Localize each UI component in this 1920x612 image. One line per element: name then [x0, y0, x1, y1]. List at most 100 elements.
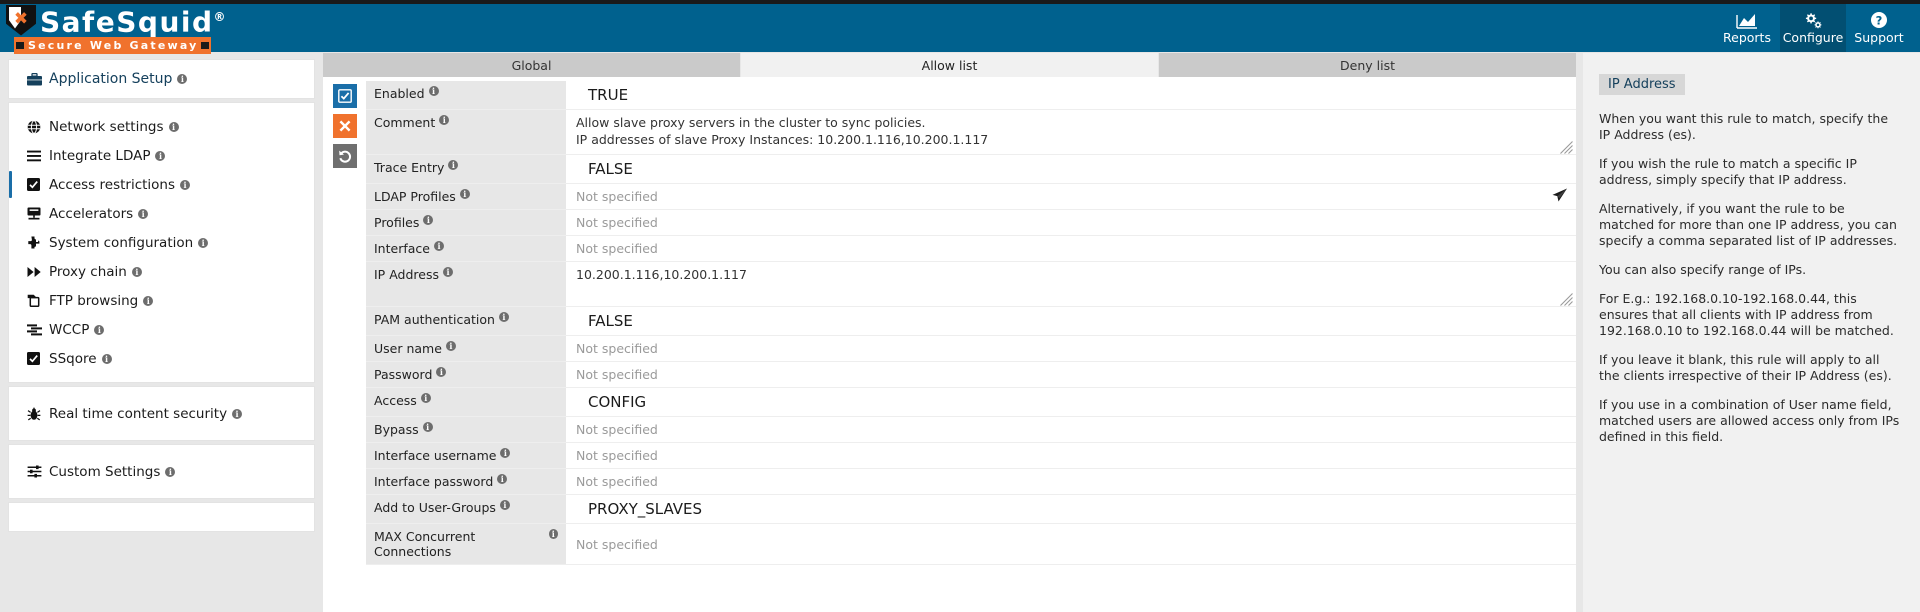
field-label-pam-authentication: PAM authentication i — [366, 307, 566, 335]
info-icon[interactable]: i — [101, 353, 112, 364]
field-label-text: Interface password — [374, 474, 494, 489]
sidebar: Application Setup i Network settings i I… — [9, 60, 314, 536]
sidebar-item-wccp-label: WCCP — [49, 321, 90, 338]
info-icon[interactable]: i — [499, 500, 510, 510]
field-value-pam-authentication[interactable]: FALSE — [566, 307, 1576, 335]
info-icon[interactable]: i — [155, 150, 166, 161]
tab-global[interactable]: Global — [323, 53, 740, 77]
tab-deny-list[interactable]: Deny list — [1158, 53, 1576, 77]
main-panel: Global Allow list Deny list Enabled i TR… — [323, 53, 1576, 612]
field-value-interface-password[interactable]: Not specified — [566, 469, 1576, 494]
field-label-interface-password: Interface password i — [366, 469, 566, 494]
field-row-access: Access i CONFIG — [366, 388, 1576, 417]
info-icon[interactable]: i — [138, 208, 149, 219]
info-icon[interactable]: i — [423, 215, 434, 225]
apply-button[interactable] — [333, 84, 357, 108]
info-icon[interactable]: i — [500, 448, 511, 458]
field-label-text: Profiles — [374, 215, 420, 230]
field-value-ldap-profiles[interactable]: Not specified — [566, 184, 1576, 209]
field-value-comment[interactable]: Allow slave proxy servers in the cluster… — [566, 110, 1576, 154]
nav-item-support-label: Support — [1854, 30, 1904, 45]
sidebar-item-ftp-browsing-label: FTP browsing — [49, 292, 139, 309]
field-row-ip-address: IP Address i 10.200.1.116,10.200.1.117 — [366, 262, 1576, 307]
row-action-buttons — [333, 84, 357, 174]
field-label-ldap-profiles: LDAP Profiles i — [366, 184, 566, 209]
sidebar-item-proxy-chain[interactable]: Proxy chain i — [9, 257, 314, 286]
field-value-password[interactable]: Not specified — [566, 362, 1576, 387]
field-label-comment: Comment i — [366, 110, 566, 154]
info-icon[interactable]: i — [436, 367, 447, 377]
field-value-add-to-user-groups[interactable]: PROXY_SLAVES — [566, 495, 1576, 523]
help-paragraph-6: If you leave it blank, this rule will ap… — [1599, 352, 1892, 383]
help-paragraph-5: For E.g.: 192.168.0.10-192.168.0.44, thi… — [1599, 291, 1894, 338]
nav-item-support[interactable]: ? Support — [1846, 4, 1912, 52]
sidebar-item-proxy-chain-label: Proxy chain — [49, 263, 127, 280]
sidebar-item-network-settings[interactable]: Network settings i — [9, 112, 314, 141]
info-icon[interactable]: i — [165, 466, 176, 477]
info-icon[interactable]: i — [168, 121, 179, 132]
briefcase-icon — [27, 72, 49, 86]
field-label-add-to-user-groups: Add to User-Groups i — [366, 495, 566, 523]
bug-icon — [27, 407, 49, 421]
brand-logo[interactable]: ✖ SafeSquid® Secure Web Gateway — [6, 4, 246, 54]
info-icon[interactable]: i — [180, 179, 191, 190]
field-value-interface-username[interactable]: Not specified — [566, 443, 1576, 468]
send-icon[interactable] — [1551, 187, 1568, 206]
field-value-user-name[interactable]: Not specified — [566, 336, 1576, 361]
sidebar-item-access-restrictions[interactable]: Access restrictions i — [9, 170, 314, 199]
sidebar-item-system-configuration[interactable]: System configuration i — [9, 228, 314, 257]
undo-button[interactable] — [333, 144, 357, 168]
nav-item-configure[interactable]: Configure — [1780, 4, 1846, 52]
field-value-enabled[interactable]: TRUE — [566, 81, 1576, 109]
info-icon[interactable]: i — [548, 529, 558, 539]
info-icon[interactable]: i — [131, 266, 142, 277]
field-label-enabled: Enabled i — [366, 81, 566, 109]
info-icon[interactable]: i — [445, 341, 456, 351]
info-icon[interactable]: i — [433, 241, 444, 251]
tab-allow-list[interactable]: Allow list — [740, 53, 1158, 77]
info-icon[interactable]: i — [498, 312, 509, 322]
resize-handle-icon[interactable] — [1560, 139, 1573, 154]
sidebar-item-ssqore[interactable]: SSqore i — [9, 344, 314, 373]
resize-handle-icon[interactable] — [1560, 291, 1573, 306]
field-value-max-concurrent-connections[interactable]: Not specified — [566, 524, 1576, 564]
nav-item-reports[interactable]: Reports — [1714, 4, 1780, 52]
info-icon[interactable]: i — [439, 115, 450, 125]
sidebar-item-accelerators[interactable]: Accelerators i — [9, 199, 314, 228]
field-value-bypass[interactable]: Not specified — [566, 417, 1576, 442]
field-label-text: LDAP Profiles — [374, 189, 456, 204]
info-icon[interactable]: i — [497, 474, 508, 484]
info-icon[interactable]: i — [442, 267, 453, 277]
sidebar-item-wccp[interactable]: WCCP i — [9, 315, 314, 344]
sidebar-item-real-time-content-security[interactable]: Real time content security i — [9, 399, 314, 428]
field-value-profiles[interactable]: Not specified — [566, 210, 1576, 235]
brand-tagline: Secure Web Gateway — [14, 37, 211, 54]
field-label-interface-username: Interface username i — [366, 443, 566, 468]
info-icon[interactable]: i — [420, 393, 431, 403]
sidebar-item-ftp-browsing[interactable]: FTP browsing i — [9, 286, 314, 315]
brand-registered-mark: ® — [213, 10, 228, 25]
sidebar-item-application-setup[interactable]: Application Setup i — [9, 60, 314, 98]
info-icon[interactable]: i — [232, 408, 243, 419]
sidebar-item-integrate-ldap[interactable]: Integrate LDAP i — [9, 141, 314, 170]
svg-text:?: ? — [1876, 13, 1883, 27]
info-icon[interactable]: i — [448, 160, 459, 170]
info-icon[interactable]: i — [94, 324, 105, 335]
info-icon[interactable]: i — [459, 189, 470, 199]
info-icon[interactable]: i — [198, 237, 209, 248]
field-value-ip-address[interactable]: 10.200.1.116,10.200.1.117 — [566, 262, 1576, 306]
field-value-trace-entry[interactable]: FALSE — [566, 155, 1576, 183]
sidebar-header-card: Application Setup i — [9, 60, 314, 98]
info-icon[interactable]: i — [143, 295, 154, 306]
delete-button[interactable] — [333, 114, 357, 138]
help-paragraph-1: When you want this rule to match, specif… — [1599, 111, 1889, 142]
field-label-access: Access i — [366, 388, 566, 416]
info-icon[interactable]: i — [428, 86, 439, 96]
field-label-text: Comment — [374, 115, 436, 130]
info-icon[interactable]: i — [422, 422, 433, 432]
field-value-interface[interactable]: Not specified — [566, 236, 1576, 261]
sidebar-item-network-settings-label: Network settings — [49, 118, 164, 135]
sidebar-item-custom-settings[interactable]: Custom Settings i — [9, 457, 314, 486]
field-value-access[interactable]: CONFIG — [566, 388, 1576, 416]
info-icon[interactable]: i — [177, 74, 188, 84]
